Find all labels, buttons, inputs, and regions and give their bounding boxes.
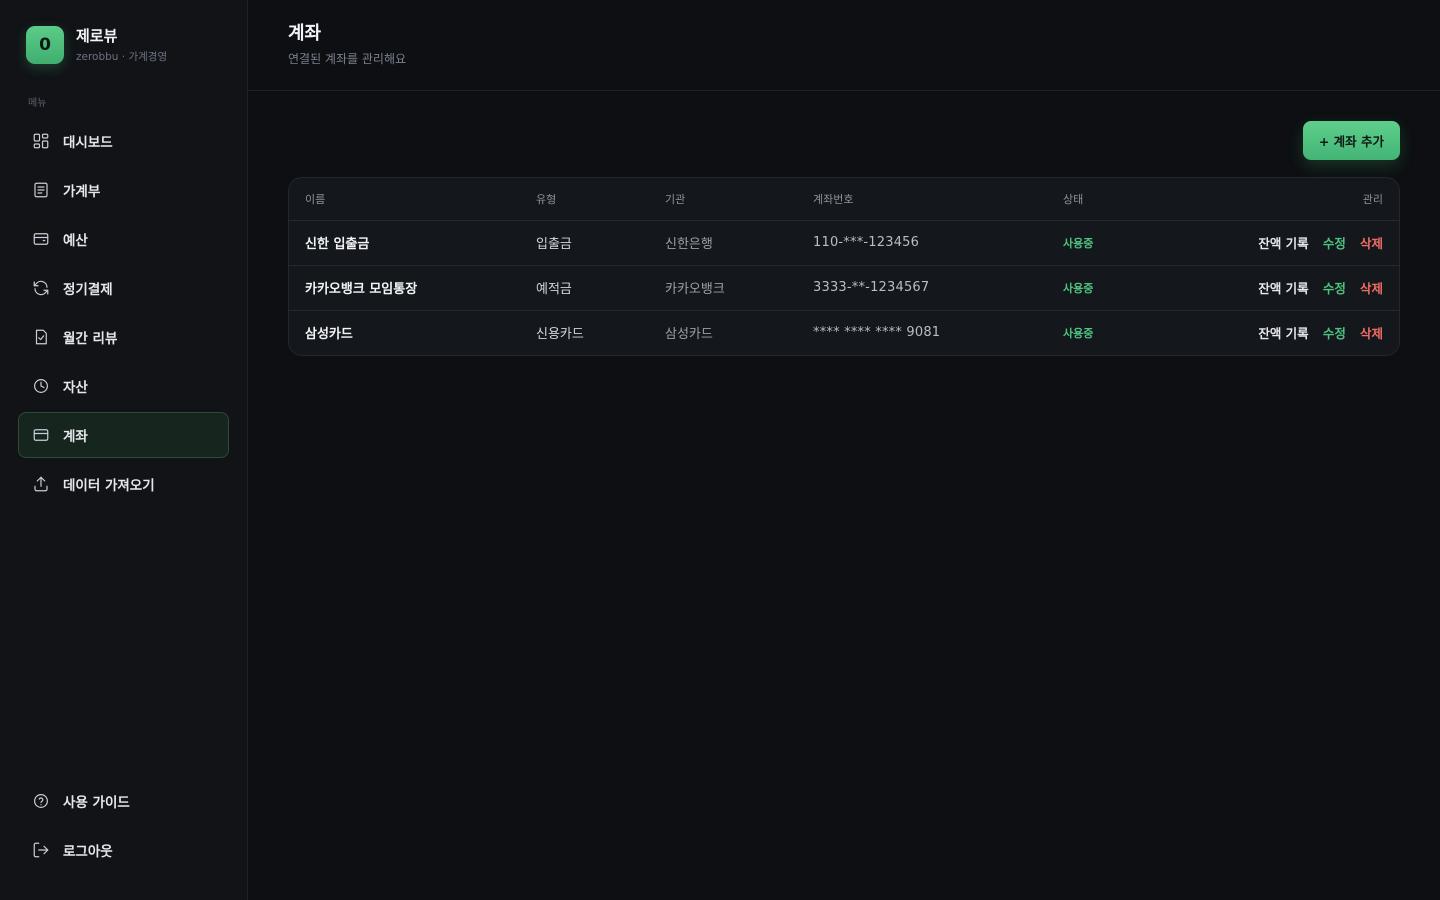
main-area: 계좌 연결된 계좌를 관리해요 + 계좌 추가 이름 유형 기관 계좌번호 상태 [248,0,1440,900]
record-balance-button[interactable]: 잔액 기록 [1258,281,1308,296]
account-number: 110-***-123456 [797,220,1047,266]
account-name: 카카오뱅크 모임통장 [289,265,520,311]
page-header: 계좌 연결된 계좌를 관리해요 [248,0,1440,91]
sidebar-item-label: 자산 [63,380,88,396]
sidebar-item-subscriptions[interactable]: 정기결제 [18,265,229,311]
sidebar-item-ledger[interactable]: 가계부 [18,167,229,213]
app-root: 0 제로뷰 zerobbu · 가계경영 메뉴 대시보드 가계부 예산 정기결제… [0,0,1440,900]
table-row: 신한 입출금 입출금 신한은행 110-***-123456 사용중 잔액 기록… [289,220,1399,266]
pie-chart-icon [32,377,50,395]
table-row: 삼성카드 신용카드 삼성카드 **** **** **** 9081 사용중 잔… [289,310,1399,355]
grid-icon [32,132,50,150]
brand-logo: 0 [26,26,64,64]
sidebar-item-label: 계좌 [63,429,88,445]
account-number: **** **** **** 9081 [813,325,941,341]
brand: 0 제로뷰 zerobbu · 가계경영 [18,0,229,90]
account-institution: 카카오뱅크 [649,265,797,311]
credit-card-icon [32,426,50,444]
account-name: 삼성카드 [305,327,353,343]
add-account-button[interactable]: + 계좌 추가 [1302,121,1400,160]
sidebar-item-dashboard[interactable]: 대시보드 [18,118,229,164]
row-actions: 잔액 기록 수정 삭제 [1167,220,1399,266]
document-icon [32,181,50,199]
account-type: 입출금 [520,220,649,266]
toolbar: + 계좌 추가 [288,121,1400,177]
sidebar-item-budget[interactable]: 예산 [18,216,229,262]
sidebar-item-logout[interactable]: 로그아웃 [18,827,229,873]
account-type: 신용카드 [536,327,584,343]
content: + 계좌 추가 이름 유형 기관 계좌번호 상태 관리 신한 입출금 입출금 신… [248,91,1440,356]
sidebar-item-label: 예산 [63,233,88,249]
sidebar-bottom-nav: 사용 가이드 로그아웃 [18,778,229,876]
page-subtitle: 연결된 계좌를 관리해요 [288,52,407,66]
delete-button[interactable]: 삭제 [1360,281,1383,296]
column-header-type: 유형 [520,178,649,221]
account-status-cell: 사용중 [1047,265,1167,311]
status-badge: 사용중 [1063,236,1094,250]
sidebar-item-accounts[interactable]: 계좌 [18,412,229,458]
sidebar-item-label: 월간 리뷰 [63,331,118,347]
table-header-row: 이름 유형 기관 계좌번호 상태 관리 [289,178,1399,221]
account-institution: 신한은행 [649,220,797,266]
sidebar-item-label: 사용 가이드 [63,795,130,811]
help-circle-icon [32,792,50,810]
sidebar-item-guide[interactable]: 사용 가이드 [18,778,229,824]
account-type: 예적금 [520,265,649,311]
logout-icon [32,841,50,859]
status-badge: 사용중 [1063,281,1094,295]
sidebar-nav: 대시보드 가계부 예산 정기결제 월간 리뷰 자산 계좌 데이터 가져오기 [18,118,229,507]
sidebar: 0 제로뷰 zerobbu · 가계경영 메뉴 대시보드 가계부 예산 정기결제… [0,0,248,900]
sidebar-item-label: 데이터 가져오기 [63,478,155,494]
column-header-institution: 기관 [649,178,797,221]
accounts-table: 이름 유형 기관 계좌번호 상태 관리 신한 입출금 입출금 신한은행 110-… [289,178,1399,355]
account-status-cell: 사용중 [1047,220,1167,266]
menu-label: 메뉴 [28,98,47,109]
row-actions: 잔액 기록 수정 삭제 [1167,310,1399,355]
delete-button[interactable]: 삭제 [1360,326,1383,341]
column-header-number: 계좌번호 [797,178,1047,221]
accounts-table-card: 이름 유형 기관 계좌번호 상태 관리 신한 입출금 입출금 신한은행 110-… [288,177,1400,356]
record-balance-button[interactable]: 잔액 기록 [1258,236,1308,251]
page-title: 계좌 [288,23,322,44]
row-actions: 잔액 기록 수정 삭제 [1167,265,1399,311]
edit-button[interactable]: 수정 [1323,281,1346,296]
account-number: 3333-**-1234567 [797,265,1047,311]
table-row: 카카오뱅크 모임통장 예적금 카카오뱅크 3333-**-1234567 사용중… [289,265,1399,311]
sidebar-item-label: 로그아웃 [63,844,113,860]
sidebar-item-label: 가계부 [63,184,101,200]
clipboard-check-icon [32,328,50,346]
sidebar-item-label: 정기결제 [63,282,113,298]
status-badge: 사용중 [1063,326,1094,340]
upload-icon [32,475,50,493]
refresh-icon [32,279,50,297]
sidebar-item-monthly-review[interactable]: 월간 리뷰 [18,314,229,360]
account-name: 신한 입출금 [289,220,520,266]
brand-name: 제로뷰 [76,26,118,45]
column-header-name: 이름 [289,178,520,221]
account-institution: 삼성카드 [665,327,713,343]
sidebar-item-label: 대시보드 [63,135,113,151]
edit-button[interactable]: 수정 [1323,326,1346,341]
wallet-icon [32,230,50,248]
delete-button[interactable]: 삭제 [1360,236,1383,251]
brand-subtitle: zerobbu · 가계경영 [76,50,168,63]
sidebar-item-assets[interactable]: 자산 [18,363,229,409]
sidebar-item-import[interactable]: 데이터 가져오기 [18,461,229,507]
brand-text: 제로뷰 zerobbu · 가계경영 [76,27,167,64]
column-header-status: 상태 [1047,178,1167,221]
record-balance-button[interactable]: 잔액 기록 [1258,326,1308,341]
edit-button[interactable]: 수정 [1323,236,1346,251]
account-status-cell: 사용중 [1047,310,1167,355]
column-header-manage: 관리 [1167,178,1399,221]
